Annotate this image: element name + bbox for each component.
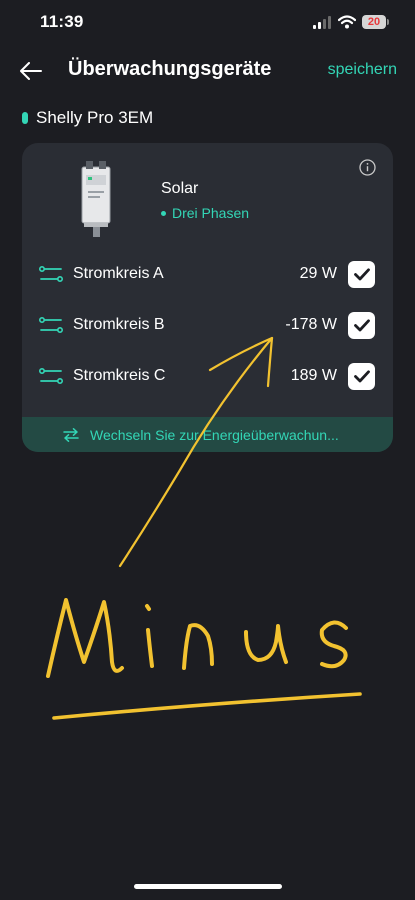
circuit-icon <box>39 368 63 384</box>
circuit-value: -178 W <box>285 316 337 333</box>
phase-text: Drei Phasen <box>172 205 250 221</box>
circuit-label: Stromkreis C <box>73 367 166 384</box>
phase-label: Drei Phasen <box>161 205 249 221</box>
circuit-b-checkbox[interactable] <box>348 312 375 339</box>
phase-dot <box>161 210 166 216</box>
circuit-label: Stromkreis B <box>73 316 165 333</box>
shelly-device-image <box>81 161 111 237</box>
circuit-icon <box>39 266 63 282</box>
swap-arrows-icon <box>63 428 79 442</box>
signal-icon <box>313 16 331 29</box>
arrow-left-icon <box>20 62 42 80</box>
annotation-letter-s <box>319 620 348 669</box>
switch-energy-monitoring-button[interactable]: Wechseln Sie zur Energieüberwachun... <box>22 417 393 452</box>
circuit-a-checkbox[interactable] <box>348 261 375 288</box>
annotation-underline <box>52 692 362 720</box>
annotation-letter-u <box>244 624 288 664</box>
status-bar: 11:39 20 <box>0 0 415 46</box>
battery-tip <box>387 19 389 25</box>
save-button[interactable]: speichern <box>328 61 397 79</box>
battery-icon: 20 <box>362 15 386 29</box>
back-button[interactable] <box>14 56 48 86</box>
checkmark-icon <box>353 268 370 281</box>
circuit-icon <box>39 317 63 333</box>
circuit-row-b[interactable]: Stromkreis B -178 W <box>22 306 393 346</box>
annotation-letter-m <box>46 598 124 678</box>
annotation-letter-n <box>182 623 214 670</box>
circuit-row-a[interactable]: Stromkreis A 29 W <box>22 255 393 295</box>
circuit-row-c[interactable]: Stromkreis C 189 W <box>22 357 393 397</box>
device-name: Shelly Pro 3EM <box>36 108 154 127</box>
info-icon[interactable] <box>359 159 376 176</box>
page-title: Überwachungsgeräte <box>68 58 272 80</box>
circuit-value: 29 W <box>299 265 337 282</box>
device-card: Solar Drei Phasen Stromkreis A 29 W Stro… <box>22 143 393 452</box>
wifi-icon <box>338 15 356 29</box>
circuit-value: 189 W <box>290 367 337 384</box>
circuit-c-checkbox[interactable] <box>348 363 375 390</box>
checkmark-icon <box>353 370 370 383</box>
annotation-letter-i <box>146 628 154 668</box>
device-label: Solar <box>161 180 199 197</box>
status-time: 11:39 <box>40 12 84 31</box>
circuit-label: Stromkreis A <box>73 265 164 282</box>
home-indicator[interactable] <box>134 884 282 889</box>
switch-label: Wechseln Sie zur Energieüberwachun... <box>90 427 339 443</box>
device-status-dot <box>22 112 28 124</box>
checkmark-icon <box>353 319 370 332</box>
